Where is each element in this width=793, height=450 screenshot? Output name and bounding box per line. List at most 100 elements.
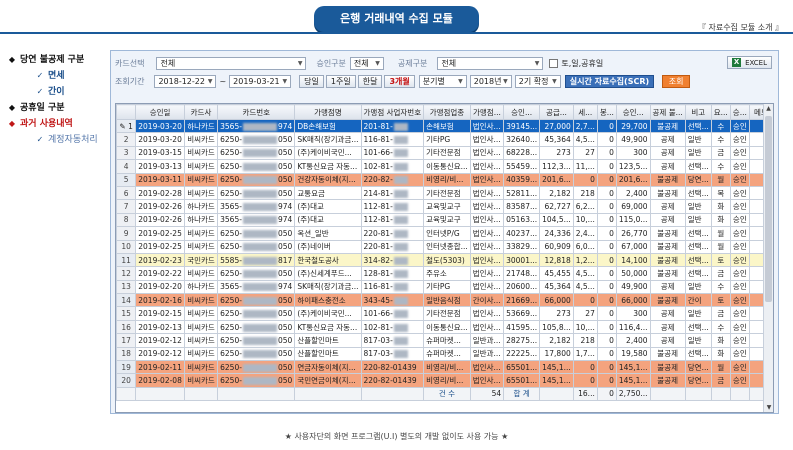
table-cell[interactable]: 52811... [503,185,541,201]
table-cell[interactable]: 승인 [729,266,750,281]
card-number-cell[interactable]: 6250- 050 [217,266,296,281]
table-cell[interactable]: 불공제 [649,226,686,241]
table-cell[interactable]: 법인사... [469,199,505,214]
table-row[interactable]: 9 2019-02-25 비씨카드 6250- 050 옥션_일반 220-81- 인터넷P/… [116,226,773,241]
business-number-cell[interactable]: 817-03- [360,333,425,348]
table-cell[interactable]: 법인사... [469,306,505,321]
table-cell[interactable]: 선택... [684,185,712,201]
table-row[interactable]: 10 2019-02-25 비씨카드 6250- 050 (주)네이버 220-81- 인터넷… [116,239,773,254]
table-cell[interactable]: 선택... [684,226,712,241]
table-cell[interactable]: 05163... [503,212,541,228]
card-number-cell[interactable]: 6250- 050 [217,226,296,241]
table-cell[interactable]: 공제 [649,159,686,174]
card-number-cell[interactable]: 6250- 050 [217,145,296,161]
table-cell[interactable]: 0 [572,293,598,308]
table-cell[interactable]: 4,5... [572,279,598,295]
table-cell[interactable]: 승인 [729,239,750,254]
business-number-cell[interactable]: 112-81- [360,199,425,214]
table-cell[interactable]: 12,818 [539,252,574,268]
table-cell[interactable]: 0 [572,373,598,388]
table-cell[interactable]: 슈퍼마켓... [423,333,471,348]
table-cell[interactable]: DB손해보험 [294,118,362,134]
table-cell[interactable]: 60,909 [539,239,574,254]
table-cell[interactable]: 선택... [684,159,712,174]
table-cell[interactable]: 0 [596,360,617,375]
table-cell[interactable]: 24,336 [539,226,574,241]
table-cell[interactable]: 건강자동이체(지... [294,172,362,187]
card-number-cell[interactable]: 6250- 050 [217,239,296,254]
table-cell[interactable]: 비씨카드 [183,360,219,375]
table-cell[interactable]: 비씨카드 [183,346,219,362]
table-cell[interactable]: KT통신요금 자동... [294,159,362,174]
table-cell[interactable]: 법인사... [469,319,505,335]
table-cell[interactable]: 간이 [684,293,712,308]
nav-item[interactable]: ◆ 당연 불공제 구분 [4,52,114,68]
table-cell[interactable]: 40359... [503,172,541,187]
column-header[interactable]: 가맹점 사업자번호 [360,104,425,120]
table-cell[interactable]: 0 [596,212,617,228]
table-cell[interactable]: 2019-03-20 [135,132,185,147]
table-cell[interactable]: 연금자동이체(지... [294,360,362,375]
table-cell[interactable]: 30001... [503,252,541,268]
table-cell[interactable]: 일반과... [469,333,505,348]
table-cell[interactable]: 2019-02-26 [135,199,185,214]
table-cell[interactable]: 당연... [684,360,712,375]
table-cell[interactable]: 당연... [684,172,712,187]
table-cell[interactable]: 불공제 [649,346,686,362]
table-cell[interactable]: 월 [710,239,731,254]
table-cell[interactable]: 0 [596,266,617,281]
table-cell[interactable]: 4,5... [572,132,598,147]
table-cell[interactable]: 승인 [729,212,750,228]
table-cell[interactable]: 공제 [649,145,686,161]
table-cell[interactable]: 하나카드 [183,118,219,134]
table-cell[interactable]: 273 [539,306,574,321]
table-cell[interactable]: 145,1... [615,360,651,375]
table-cell[interactable]: 불공제 [649,293,686,308]
table-cell[interactable]: 218 [572,185,598,201]
table-cell[interactable]: 법인사... [469,360,505,375]
table-cell[interactable]: 비영리/비... [423,373,471,388]
card-number-cell[interactable]: 6250- 050 [217,333,296,348]
table-cell[interactable]: 국민연금이체(지... [294,373,362,388]
row-number[interactable]: 6 [116,185,137,201]
table-cell[interactable]: 금 [710,145,731,161]
table-cell[interactable]: 145,1... [615,373,651,388]
table-cell[interactable]: 2019-02-25 [135,239,185,254]
card-number-cell[interactable]: 5585- 817 [217,252,296,268]
table-cell[interactable]: 2019-02-28 [135,185,185,201]
table-row[interactable]: 14 2019-02-16 비씨카드 6250- 050 하이패스충전소 343-45- 일반… [116,293,773,308]
table-cell[interactable]: 2019-02-20 [135,279,185,295]
table-cell[interactable]: 2019-02-15 [135,306,185,321]
table-cell[interactable]: 손해보험 [423,118,471,134]
table-cell[interactable]: 불공제 [649,239,686,254]
table-cell[interactable]: 68228... [503,145,541,161]
business-number-cell[interactable]: 116-81- [360,279,425,295]
table-cell[interactable]: 32640... [503,132,541,147]
column-header[interactable]: 승... [729,104,750,120]
table-cell[interactable]: (주)대교 [294,212,362,228]
table-cell[interactable]: 0 [596,239,617,254]
column-header[interactable]: 가맹점업종 [423,104,471,120]
table-cell[interactable]: 27,000 [539,118,574,134]
scroll-thumb[interactable] [765,116,772,302]
business-number-cell[interactable]: 116-81- [360,132,425,147]
column-header[interactable]: 가맹점... [469,104,505,120]
table-cell[interactable]: 115,0... [615,212,651,228]
table-cell[interactable]: 비씨카드 [183,373,219,388]
table-cell[interactable]: 20600... [503,279,541,295]
table-cell[interactable]: 66,000 [615,293,651,308]
table-cell[interactable]: (주)신세계푸드... [294,266,362,281]
business-number-cell[interactable]: 817-03- [360,346,425,362]
table-cell[interactable]: 2019-02-12 [135,346,185,362]
table-cell[interactable]: 201,6... [615,172,651,187]
business-number-cell[interactable]: 220-82-01439 [360,360,425,375]
table-cell[interactable]: 승인 [729,199,750,214]
date-to-field[interactable]: 2019-03-21 ▼ [229,74,292,88]
table-row[interactable]: 20 2019-02-08 비씨카드 6250- 050 국민연금이체(지... 220-8… [116,373,773,388]
table-row[interactable]: 4 2019-03-13 비씨카드 6250- 050 KT통신요금 자동... 102-8… [116,159,773,174]
table-cell[interactable]: 법인사... [469,226,505,241]
table-cell[interactable]: SK매직(장기과금... [294,279,362,295]
table-cell[interactable]: 승인 [729,145,750,161]
table-cell[interactable]: 27 [572,145,598,161]
table-cell[interactable]: 0 [596,185,617,201]
